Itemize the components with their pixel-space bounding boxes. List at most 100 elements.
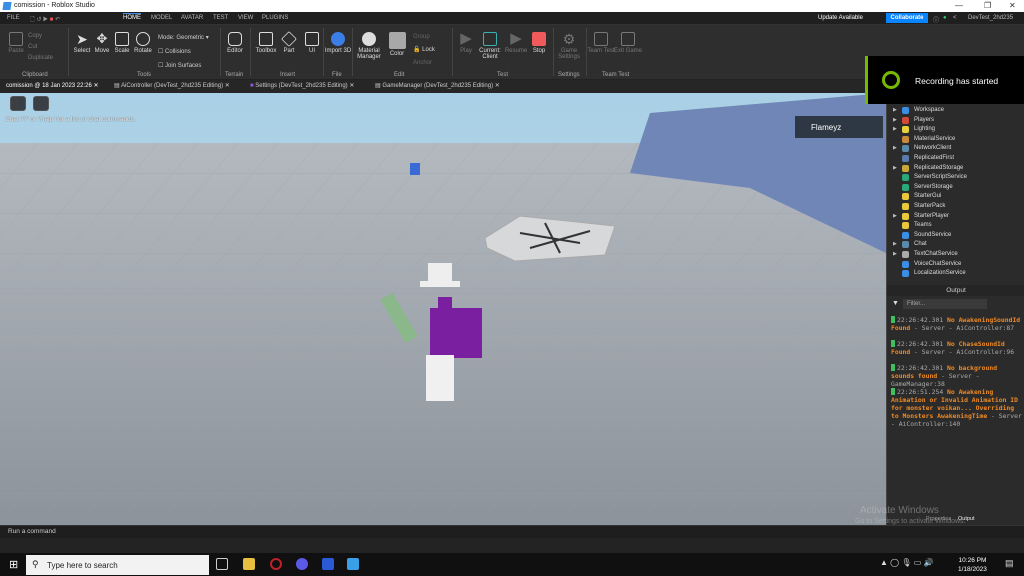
app-icon[interactable]	[322, 558, 334, 570]
3d-viewport[interactable]	[0, 93, 886, 525]
exit-game-button[interactable]: Exit Game	[614, 32, 642, 54]
explorer-item[interactable]: ▶ Workspace	[887, 106, 1017, 116]
explorer-item[interactable]: ServerScriptService	[887, 173, 1017, 183]
explorer-item[interactable]: ▶ Lighting	[887, 125, 1017, 135]
explorer-item-label: MaterialService	[914, 135, 956, 142]
roblox-studio-taskbar-icon[interactable]	[347, 558, 359, 570]
notifications-icon[interactable]: ▤	[1005, 558, 1014, 569]
roblox-menu-button[interactable]	[10, 96, 26, 111]
quick-access-icons[interactable]: 🗋 ↺ ▶ ■ ↶	[30, 15, 60, 25]
expand-arrow-icon[interactable]: ▶	[893, 107, 897, 113]
command-input[interactable]: Run a command	[8, 528, 56, 535]
join-surfaces-checkbox[interactable]: ☐ Join Surfaces	[158, 59, 218, 73]
restore-button[interactable]: ❐	[984, 1, 991, 10]
update-available[interactable]: Update Available	[818, 15, 863, 21]
terrain-editor-button[interactable]: Editor	[221, 32, 249, 54]
explorer-item[interactable]: ReplicatedFirst	[887, 154, 1017, 164]
explorer-item[interactable]: StarterPack	[887, 202, 1017, 212]
collaborate-button[interactable]: Collaborate	[886, 13, 928, 23]
share-icon[interactable]: <	[953, 15, 957, 21]
clock[interactable]: 10:26 PM 1/18/2023	[958, 556, 987, 574]
tab-view[interactable]: VIEW	[238, 15, 253, 21]
rotate-button[interactable]: Rotate	[129, 32, 157, 54]
explorer-item[interactable]: ▶ Players	[887, 116, 1017, 126]
tab-gamemanager[interactable]: ▤ GameManager (DevTest_2hd235 Editing) ✕	[375, 82, 500, 89]
explorer-item-label: ReplicatedFirst	[914, 155, 955, 161]
paste-button[interactable]: Paste	[2, 32, 30, 54]
cut-button[interactable]: Cut	[28, 42, 68, 53]
help-icon[interactable]: ⓘ	[933, 15, 939, 24]
windows-start-icon[interactable]: ⊞	[9, 558, 18, 571]
tab-plugins[interactable]: PLUGINS	[262, 15, 288, 21]
explorer-item[interactable]: VoiceChatService	[887, 260, 1017, 270]
recording-icon	[882, 71, 900, 89]
command-bar[interactable]: Run a command	[0, 525, 1024, 538]
explorer-item[interactable]: ▶ TextChatService	[887, 250, 1017, 260]
filter-input[interactable]: Filter...	[903, 299, 987, 309]
expand-arrow-icon[interactable]: ▶	[893, 241, 897, 247]
collisions-checkbox[interactable]: ☐ Collisions	[158, 45, 218, 59]
discord-icon[interactable]	[296, 558, 308, 570]
service-icon	[902, 241, 909, 249]
team-test-button[interactable]: Team Test	[587, 32, 615, 54]
tab-place[interactable]: comission @ 18 Jan 2023 22:26 ✕	[6, 82, 99, 89]
tab-model[interactable]: MODEL	[151, 15, 172, 21]
expand-arrow-icon[interactable]: ▶	[893, 117, 897, 123]
anchor-button[interactable]: Anchor	[413, 57, 448, 70]
expand-arrow-icon[interactable]: ▶	[893, 165, 897, 171]
system-tray-icons[interactable]: ▲ ◯ 🎙 ▭ 🔊	[880, 558, 933, 567]
minimize-button[interactable]: —	[955, 1, 963, 10]
explorer-item[interactable]: SoundService	[887, 231, 1017, 241]
expand-arrow-icon[interactable]: ▶	[893, 251, 897, 257]
explorer-item-label: NetworkClient	[914, 145, 952, 152]
tab-aicontroller[interactable]: ▤ AiController (DevTest_2hd235 Editing) …	[114, 82, 230, 89]
service-icon	[902, 270, 909, 278]
chat-button[interactable]	[33, 96, 49, 111]
user-menu[interactable]: DevTest_2hd235	[968, 15, 1013, 21]
tab-avatar[interactable]: AVATAR	[181, 15, 203, 21]
explorer-item[interactable]: ▶ NetworkClient	[887, 144, 1017, 154]
taskbar-search[interactable]: ⚲ Type here to search	[26, 555, 209, 575]
group-button[interactable]: Group	[413, 31, 448, 44]
explorer-item[interactable]: StarterGui	[887, 192, 1017, 202]
tab-home[interactable]: HOME	[123, 13, 141, 21]
color-button[interactable]: Color	[383, 32, 411, 57]
copy-button[interactable]: Copy	[28, 31, 68, 42]
filter-icon[interactable]: ▼	[892, 300, 899, 307]
explorer-item[interactable]: ServerStorage	[887, 183, 1017, 193]
close-button[interactable]: ✕	[1009, 1, 1016, 10]
tab-test[interactable]: TEST	[213, 15, 228, 21]
player-list-entry[interactable]: Flameyz	[795, 116, 883, 138]
import-3d-button[interactable]: Import 3D	[324, 32, 352, 54]
explorer-item[interactable]: MaterialService	[887, 135, 1017, 145]
expand-arrow-icon[interactable]: ▶	[893, 126, 897, 132]
task-view-icon[interactable]	[216, 558, 228, 570]
duplicate-button[interactable]: Duplicate	[28, 53, 68, 64]
lock-button[interactable]: 🔓 Lock	[413, 44, 448, 57]
explorer-item[interactable]: ▶ ReplicatedStorage	[887, 164, 1017, 174]
service-icon	[902, 222, 909, 230]
status-icon[interactable]: ●	[943, 15, 947, 21]
status-area	[0, 538, 1024, 553]
file-menu[interactable]: FILE	[7, 15, 20, 21]
explorer-item[interactable]: ▶ Chat	[887, 240, 1017, 250]
edit-group-label: Edit	[394, 72, 405, 78]
explorer-item[interactable]: ▶ StarterPlayer	[887, 212, 1017, 222]
explorer-item[interactable]: Teams	[887, 221, 1017, 231]
tools-group-label: Tools	[137, 72, 152, 78]
service-icon	[902, 116, 909, 124]
mode-dropdown[interactable]: Geometric	[176, 35, 204, 41]
material-manager-button[interactable]: Material Manager	[355, 32, 383, 60]
current-client-button[interactable]: Current: Client	[476, 32, 504, 60]
explorer-item-label: ReplicatedStorage	[914, 164, 964, 171]
expand-arrow-icon[interactable]: ▶	[893, 213, 897, 219]
tab-settings-script[interactable]: ■ Settings (DevTest_2hd235 Editing) ✕	[250, 82, 354, 89]
opera-icon[interactable]	[270, 558, 282, 570]
game-settings-button[interactable]: ⚙ Game Settings	[555, 32, 583, 60]
ui-button[interactable]: UI	[298, 32, 326, 54]
explorer-item-label: Workspace	[914, 107, 944, 113]
explorer-item[interactable]: LocalizationService	[887, 269, 1017, 279]
stop-button[interactable]: Stop	[525, 32, 553, 54]
file-explorer-icon[interactable]	[243, 558, 255, 570]
expand-arrow-icon[interactable]: ▶	[893, 145, 897, 151]
